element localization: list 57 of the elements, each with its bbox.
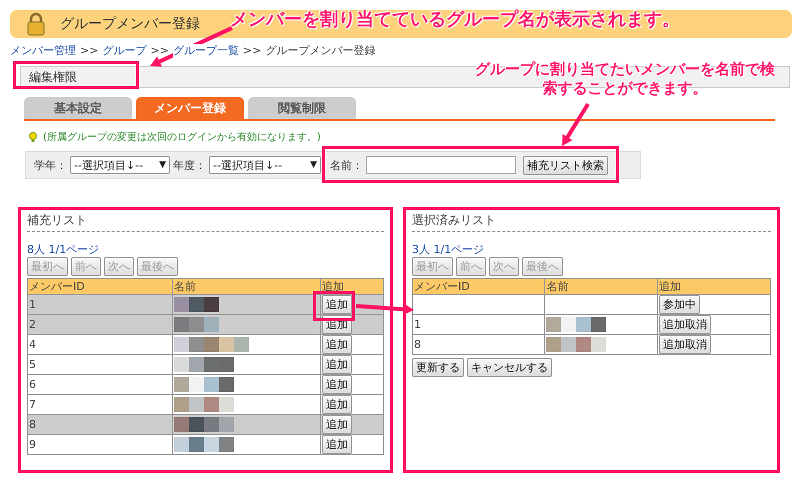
breadcrumb-separator: >> (242, 44, 262, 58)
annotation-arrow (562, 102, 590, 146)
action-button[interactable]: 追加 (322, 435, 352, 454)
grade-label: 学年： (34, 158, 67, 172)
id-cell: 6 (28, 374, 172, 394)
breadcrumb-link[interactable]: グループ一覧 (172, 44, 239, 58)
action-button[interactable]: 追加 (322, 335, 352, 354)
action-button[interactable]: 参加中 (659, 295, 700, 314)
panel-title: 選択済みリスト (412, 212, 771, 232)
column-header: メンバーID (412, 278, 545, 294)
form-button[interactable]: 更新する (412, 358, 464, 377)
highlight-frame (313, 291, 355, 321)
panel-title: 補充リスト (27, 212, 384, 232)
search-button[interactable]: 補充リスト検索 (523, 156, 608, 174)
breadcrumb-current: グループメンバー登録 (265, 44, 376, 58)
action-button[interactable]: 追加 (322, 415, 352, 434)
action-button[interactable]: 追加 (322, 375, 352, 394)
name-input[interactable] (366, 156, 516, 174)
id-cell: 7 (28, 394, 172, 414)
lightbulb-icon (26, 131, 40, 143)
breadcrumb-link[interactable]: メンバー管理 (10, 44, 76, 58)
action-button[interactable]: 追加取消 (659, 315, 712, 334)
form-button[interactable]: キャンセルする (467, 358, 552, 377)
id-cell: 5 (28, 354, 172, 374)
breadcrumb-link[interactable]: グループ (102, 44, 146, 58)
callout-text: メンバーを割り当てているグループ名が表示されます。 (230, 9, 680, 32)
year-select[interactable]: --選択項目↓-- ▼ (209, 156, 321, 174)
id-cell: 4 (28, 334, 172, 354)
tab[interactable]: 基本設定 (24, 97, 132, 119)
tab[interactable]: 閲覧制限 (248, 97, 356, 119)
breadcrumb-separator: >> (80, 44, 98, 58)
id-cell: 9 (28, 434, 172, 454)
column-header: 名前 (544, 278, 658, 294)
action-button[interactable]: 追加 (322, 355, 352, 374)
dropdown-caret-icon: ▼ (310, 160, 317, 170)
action-button[interactable]: 追加 (322, 395, 352, 414)
id-cell: 1 (28, 294, 172, 314)
grade-select[interactable]: --選択項目↓-- ▼ (70, 156, 170, 174)
page-title: グループメンバー登録 (60, 15, 200, 33)
page-count: 8人 1/1ページ (27, 242, 100, 257)
column-header: 名前 (172, 278, 321, 294)
column-header: 追加 (658, 278, 770, 294)
year-label: 年度： (173, 158, 206, 172)
notice-text: (所属グループの変更は次回のログインから有効になります。) (43, 130, 321, 144)
column-header: メンバーID (28, 278, 172, 294)
id-cell: 2 (28, 314, 172, 334)
group-name: 編集権限 (29, 68, 77, 86)
breadcrumb-separator: >> (150, 44, 169, 58)
id-cell: 1 (412, 314, 545, 334)
action-button[interactable]: 追加 (322, 295, 352, 314)
callout-text: グループに割り当てたいメンバーを名前で検索することができます。 (474, 60, 776, 98)
name-label: 名前： (330, 158, 363, 172)
page-count: 3人 1/1ページ (412, 242, 486, 257)
dropdown-caret-icon: ▼ (159, 160, 166, 170)
id-cell: 8 (28, 414, 172, 434)
id-cell: 8 (412, 334, 545, 354)
action-button[interactable]: 追加取消 (659, 335, 712, 354)
